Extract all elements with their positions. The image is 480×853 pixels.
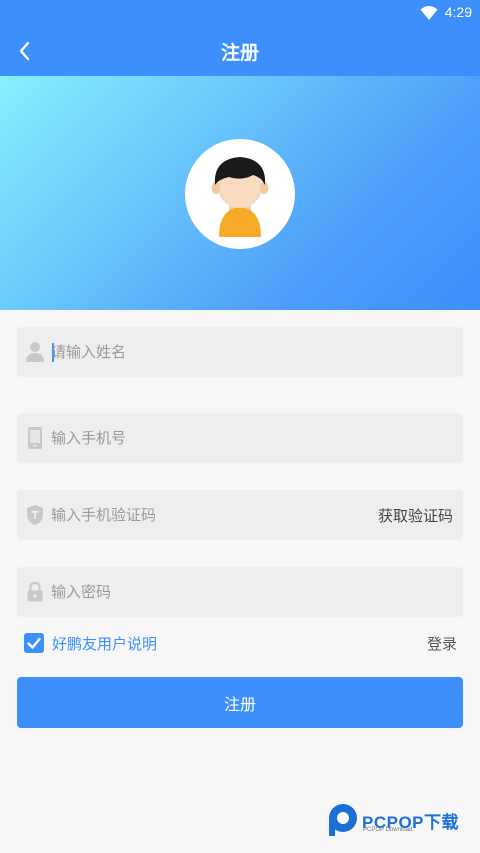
phone-input[interactable]	[51, 413, 371, 463]
agree-checkbox[interactable]	[24, 633, 44, 653]
shield-icon	[27, 505, 43, 525]
phone-field[interactable]	[17, 413, 463, 463]
avatar-boy-icon	[211, 157, 269, 237]
password-input[interactable]	[51, 567, 371, 617]
phone-icon	[28, 427, 42, 449]
verification-code-field[interactable]: 获取验证码	[17, 490, 463, 540]
watermark-subtitle: PCPOP Download	[363, 827, 413, 833]
page-title: 注册	[220, 42, 259, 64]
agreement-row: 好鹏友用户说明 登录	[24, 632, 460, 654]
password-field[interactable]	[17, 567, 463, 617]
status-time: 4:29	[444, 4, 472, 20]
login-link[interactable]: 登录	[427, 633, 457, 654]
user-agreement-link[interactable]: 好鹏友用户说明	[52, 633, 157, 654]
header-banner	[0, 76, 480, 310]
user-icon	[26, 342, 44, 362]
get-code-button[interactable]: 获取验证码	[378, 505, 453, 526]
checkmark-icon	[27, 637, 41, 649]
avatar[interactable]	[185, 139, 295, 249]
wifi-icon	[420, 6, 438, 20]
verification-code-input[interactable]	[51, 490, 371, 540]
name-field[interactable]	[17, 327, 463, 377]
register-button[interactable]: 注册	[17, 677, 463, 728]
name-input[interactable]	[51, 327, 371, 377]
status-bar: 4:29	[0, 0, 480, 26]
lock-icon	[27, 581, 43, 602]
watermark: PCPOP下载 PCPOP Download	[326, 800, 476, 840]
app-bar: 注册	[0, 26, 480, 76]
pcpop-logo-icon	[329, 804, 357, 836]
